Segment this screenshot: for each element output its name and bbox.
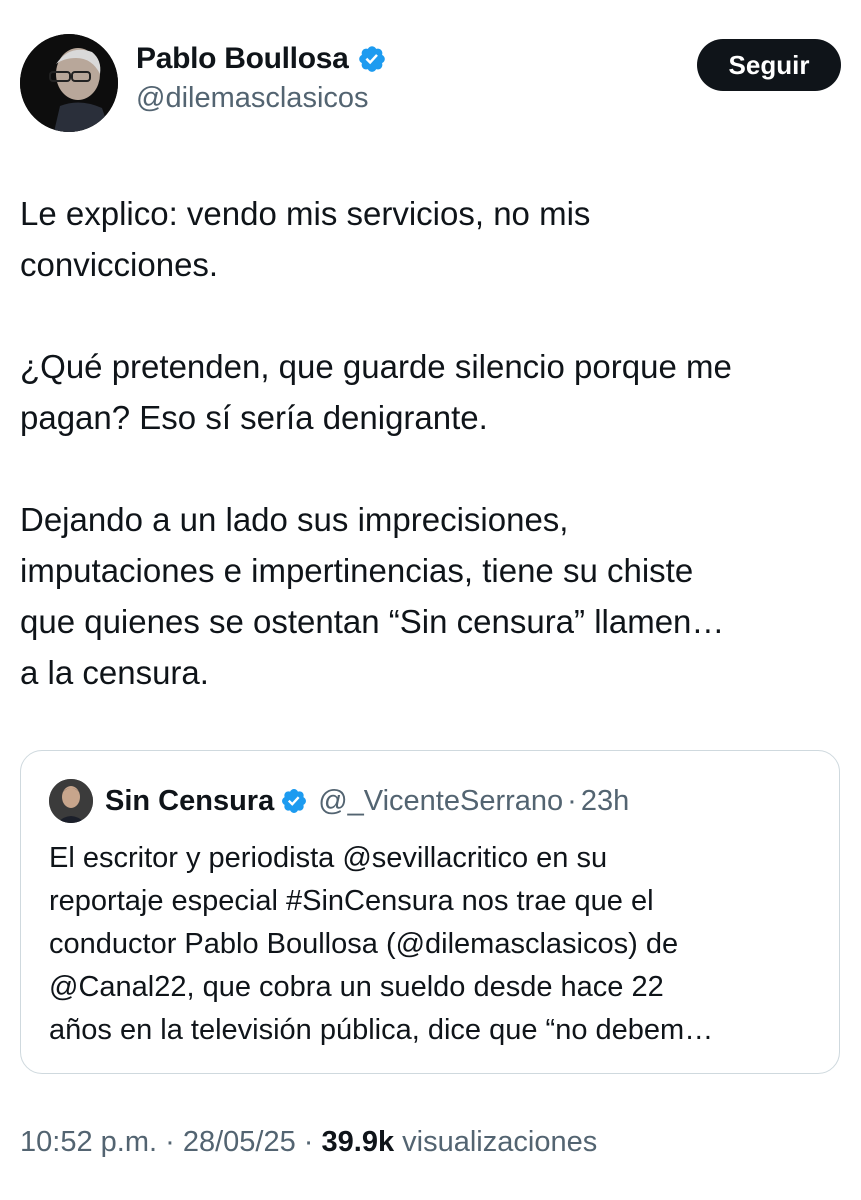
- tweet-line: a la censura.: [20, 654, 209, 691]
- tweet-line: Dejando a un lado sus imprecisiones,: [20, 501, 569, 538]
- verified-badge-icon: [358, 46, 385, 72]
- tweet-header: Pablo Boullosa @dilemasclasicos Seguir: [20, 34, 841, 134]
- separator-dot: ·: [303, 1126, 314, 1158]
- tweet-metadata: 10:52 p.m. · 28/05/25 · 39.9k visualizac…: [20, 1126, 597, 1159]
- follow-button[interactable]: Seguir: [697, 39, 841, 91]
- quoted-author-avatar[interactable]: [49, 779, 93, 823]
- tweet-line: que quienes se ostentan “Sin censura” ll…: [20, 603, 725, 640]
- tweet-line: convicciones.: [20, 246, 219, 283]
- quoted-tweet-body: El escritor y periodista @sevillacritico…: [49, 837, 819, 1052]
- views-count: 39.9k: [321, 1126, 395, 1158]
- tweet-time[interactable]: 10:52 p.m.: [20, 1126, 157, 1158]
- author-handle[interactable]: @dilemasclasicos: [136, 82, 387, 115]
- quoted-tweet-card[interactable]: Sin Censura @_VicenteSerrano · 23h El es…: [20, 750, 840, 1074]
- views-label: visualizaciones: [402, 1126, 598, 1158]
- quoted-line: El escritor y periodista @sevillacritico…: [49, 842, 608, 874]
- separator-dot: ·: [165, 1126, 175, 1158]
- tweet-date[interactable]: 28/05/25: [183, 1126, 296, 1158]
- tweet-line: Le explico: vendo mis servicios, no mis: [20, 195, 591, 232]
- quoted-line: @Canal22, que cobra un sueldo desde hace…: [49, 971, 664, 1003]
- quoted-line: conductor Pablo Boullosa (@dilemasclasic…: [49, 928, 679, 960]
- tweet-line: imputaciones e impertinencias, tiene su …: [20, 552, 694, 589]
- separator-dot: ·: [567, 784, 577, 817]
- quoted-timestamp[interactable]: 23h: [581, 785, 629, 818]
- quoted-author-handle[interactable]: @_VicenteSerrano: [318, 785, 563, 818]
- quoted-line: reportaje especial #SinCensura nos trae …: [49, 885, 654, 917]
- quoted-line: años en la televisión pública, dice que …: [49, 1014, 714, 1046]
- verified-badge-icon: [282, 789, 307, 813]
- tweet-line: pagan? Eso sí sería denigrante.: [20, 399, 488, 436]
- author-avatar[interactable]: [20, 34, 118, 132]
- quoted-tweet-header: Sin Censura @_VicenteSerrano · 23h: [49, 779, 629, 823]
- tweet-line: ¿Qué pretenden, que guarde silencio porq…: [20, 348, 732, 385]
- author-info: Pablo Boullosa @dilemasclasicos: [136, 42, 387, 115]
- quoted-author-name[interactable]: Sin Censura: [105, 785, 274, 818]
- tweet-body: Le explico: vendo mis servicios, no mis …: [20, 188, 840, 698]
- author-name[interactable]: Pablo Boullosa: [136, 42, 349, 76]
